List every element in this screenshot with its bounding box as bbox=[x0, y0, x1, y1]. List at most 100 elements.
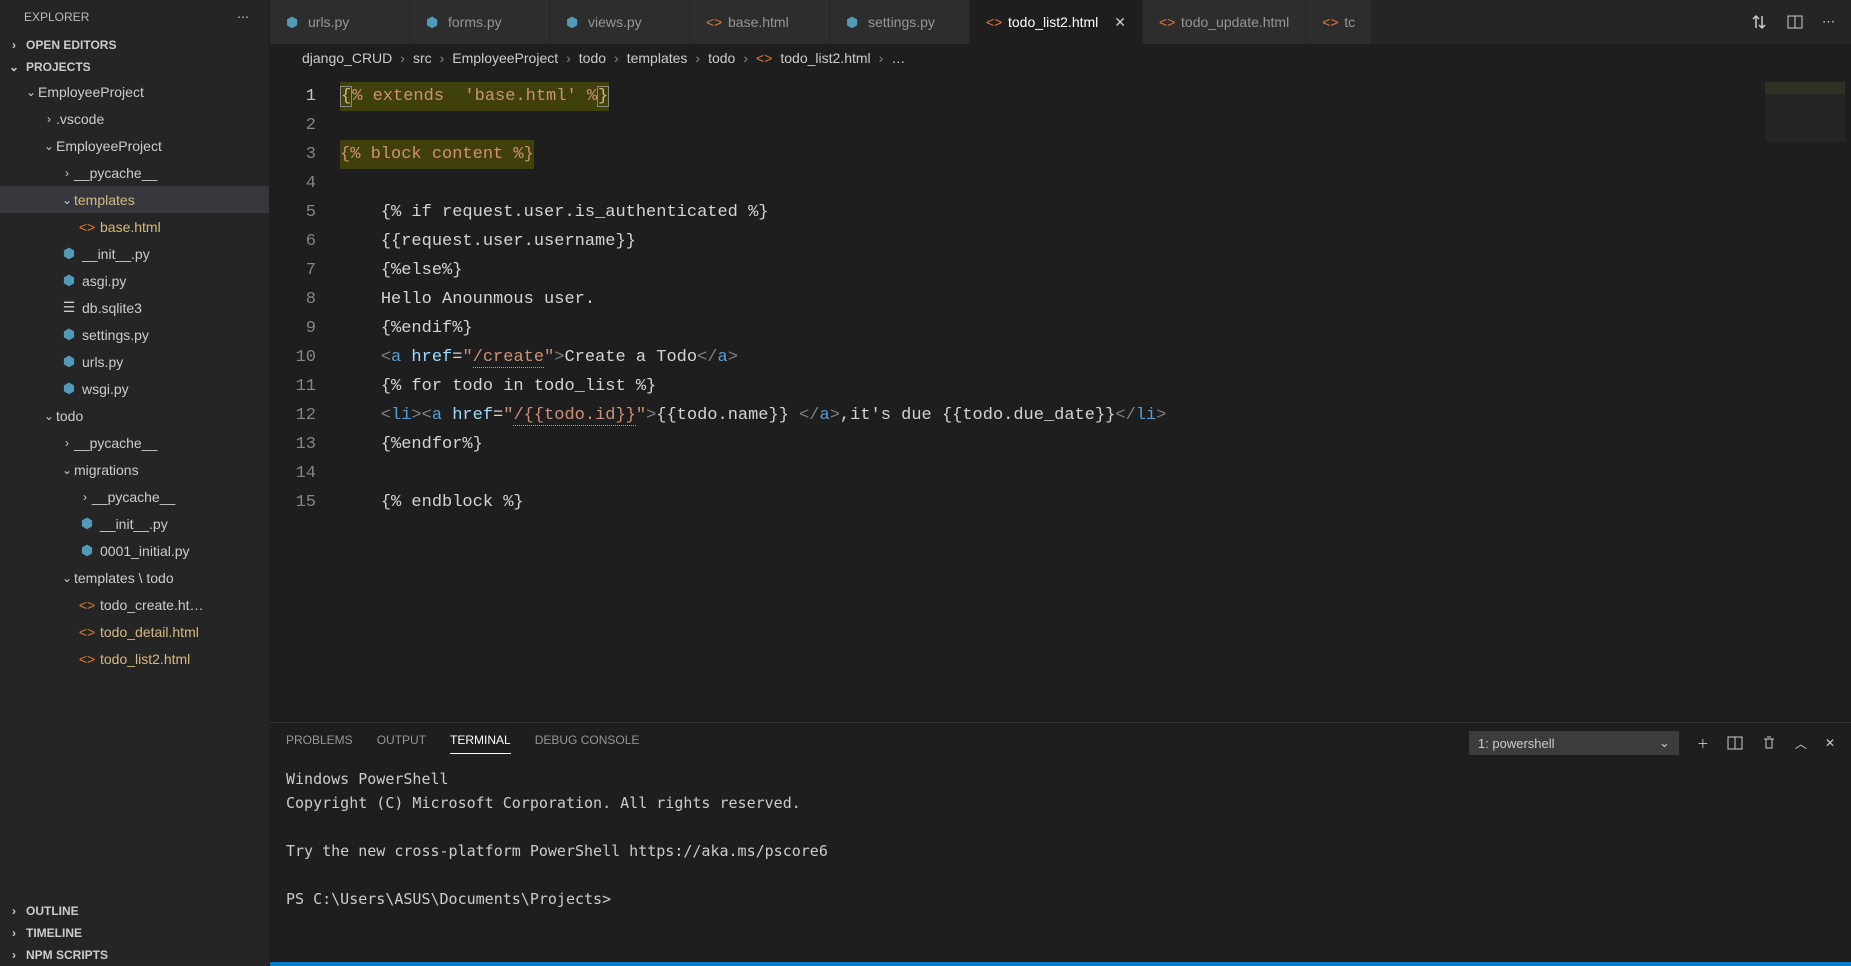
tab-label: settings.py bbox=[868, 14, 935, 30]
code-line-13[interactable]: {%endfor%} bbox=[340, 430, 1741, 459]
breadcrumb-item[interactable]: src bbox=[413, 50, 432, 66]
code-line-15[interactable]: {% endblock %} bbox=[340, 488, 1741, 517]
panel-tab-output[interactable]: OUTPUT bbox=[377, 733, 426, 753]
tree-item-label: todo_create.ht… bbox=[100, 597, 204, 613]
code-line-8[interactable]: Hello Anounmous user. bbox=[340, 285, 1741, 314]
code-line-4[interactable] bbox=[340, 169, 1741, 198]
compare-icon[interactable] bbox=[1750, 13, 1768, 31]
tree-item-migrations[interactable]: ⌄migrations bbox=[0, 456, 269, 483]
breadcrumb-item[interactable]: todo_list2.html bbox=[780, 50, 870, 66]
tree-item-db-sqlite3[interactable]: ☰db.sqlite3 bbox=[0, 294, 269, 321]
panel-tab-problems[interactable]: PROBLEMS bbox=[286, 733, 353, 753]
new-terminal-icon[interactable]: ＋ bbox=[1697, 735, 1709, 752]
breadcrumb-item[interactable]: django_CRUD bbox=[302, 50, 392, 66]
terminal-output[interactable]: Windows PowerShell Copyright (C) Microso… bbox=[270, 755, 1851, 962]
code-line-6[interactable]: {{request.user.username}} bbox=[340, 227, 1741, 256]
terminal-select[interactable]: 1: powershell ⌄ bbox=[1469, 731, 1679, 755]
tree-item-label: 0001_initial.py bbox=[100, 543, 190, 559]
code-line-1[interactable]: {% extends 'base.html' %} bbox=[340, 82, 1741, 111]
chevron-up-icon[interactable]: ︿ bbox=[1795, 735, 1807, 752]
close-icon[interactable]: ✕ bbox=[1825, 736, 1835, 750]
more-icon[interactable]: ⋯ bbox=[1822, 14, 1835, 30]
breadcrumb-separator: › bbox=[400, 50, 405, 66]
chevron-down-icon: ⌄ bbox=[6, 60, 22, 74]
tree-item-asgi-py[interactable]: ⬢asgi.py bbox=[0, 267, 269, 294]
tree-item-label: EmployeeProject bbox=[38, 84, 144, 100]
tab-label: forms.py bbox=[448, 14, 502, 30]
section-outline[interactable]: › OUTLINE bbox=[0, 900, 269, 922]
tree-item-0001_initial-py[interactable]: ⬢0001_initial.py bbox=[0, 537, 269, 564]
breadcrumb-item[interactable]: EmployeeProject bbox=[452, 50, 558, 66]
panel-tab-terminal[interactable]: TERMINAL bbox=[450, 733, 511, 754]
bottom-panel: PROBLEMS OUTPUT TERMINAL DEBUG CONSOLE 1… bbox=[270, 722, 1851, 962]
tree-item-label: base.html bbox=[100, 219, 161, 235]
code-line-3[interactable]: {% block content %} bbox=[340, 140, 1741, 169]
tab-views-py[interactable]: ⬢views.py bbox=[550, 0, 690, 44]
tree-item-__pycache__[interactable]: ›__pycache__ bbox=[0, 429, 269, 456]
tree-item-__pycache__[interactable]: ›__pycache__ bbox=[0, 483, 269, 510]
tree-item-label: urls.py bbox=[82, 354, 123, 370]
tab-forms-py[interactable]: ⬢forms.py bbox=[410, 0, 550, 44]
tree-item-todo_detail-html[interactable]: <>todo_detail.html bbox=[0, 618, 269, 645]
tree-item-label: __init__.py bbox=[100, 516, 168, 532]
section-timeline[interactable]: › TIMELINE bbox=[0, 922, 269, 944]
tree-item-__init__-py[interactable]: ⬢__init__.py bbox=[0, 240, 269, 267]
tree-item-todo[interactable]: ⌄todo bbox=[0, 402, 269, 429]
tree-item-todo_create-ht-[interactable]: <>todo_create.ht… bbox=[0, 591, 269, 618]
tree-item-todo_list2-html[interactable]: <>todo_list2.html bbox=[0, 645, 269, 672]
tree-item-base-html[interactable]: <>base.html bbox=[0, 213, 269, 240]
tree-item-EmployeeProject[interactable]: ⌄EmployeeProject bbox=[0, 78, 269, 105]
section-label: NPM SCRIPTS bbox=[26, 948, 108, 962]
tree-item-settings-py[interactable]: ⬢settings.py bbox=[0, 321, 269, 348]
breadcrumb-item[interactable]: … bbox=[891, 50, 905, 66]
code-area[interactable]: {% extends 'base.html' %} {% block conten… bbox=[340, 74, 1741, 722]
close-icon[interactable]: ✕ bbox=[1106, 14, 1126, 31]
panel-tab-debug[interactable]: DEBUG CONSOLE bbox=[535, 733, 640, 753]
code-line-10[interactable]: <a href="/create">Create a Todo</a> bbox=[340, 343, 1741, 372]
breadcrumb-item[interactable]: todo bbox=[708, 50, 735, 66]
tab-label: base.html bbox=[728, 14, 789, 30]
split-terminal-icon[interactable] bbox=[1727, 735, 1743, 751]
code-line-2[interactable] bbox=[340, 111, 1741, 140]
tree-item-label: todo bbox=[56, 408, 83, 424]
section-open-editors[interactable]: › OPEN EDITORS bbox=[0, 34, 269, 56]
py-file-icon: ⬢ bbox=[286, 14, 300, 31]
trash-icon[interactable] bbox=[1761, 735, 1777, 751]
editor[interactable]: 123456789101112131415 {% extends 'base.h… bbox=[270, 74, 1851, 722]
split-editor-icon[interactable] bbox=[1786, 13, 1804, 31]
section-projects[interactable]: ⌄ PROJECTS bbox=[0, 56, 269, 78]
tree-item-urls-py[interactable]: ⬢urls.py bbox=[0, 348, 269, 375]
tab-settings-py[interactable]: ⬢settings.py bbox=[830, 0, 970, 44]
tree-item--vscode[interactable]: ›.vscode bbox=[0, 105, 269, 132]
tab-todo_list2-html[interactable]: <>todo_list2.html✕ bbox=[970, 0, 1143, 44]
status-bar bbox=[270, 962, 1851, 966]
tree-item-label: todo_list2.html bbox=[100, 651, 190, 667]
tab-base-html[interactable]: <>base.html bbox=[690, 0, 830, 44]
code-line-12[interactable]: <li><a href="/{{todo.id}}">{{todo.name}}… bbox=[340, 401, 1741, 430]
code-line-5[interactable]: {% if request.user.is_authenticated %} bbox=[340, 198, 1741, 227]
breadcrumb[interactable]: django_CRUD›src›EmployeeProject›todo›tem… bbox=[270, 44, 1851, 74]
tree-item-templates[interactable]: ⌄templates bbox=[0, 186, 269, 213]
tree-item-wsgi-py[interactable]: ⬢wsgi.py bbox=[0, 375, 269, 402]
tree-item-__pycache__[interactable]: ›__pycache__ bbox=[0, 159, 269, 186]
code-line-11[interactable]: {% for todo in todo_list %} bbox=[340, 372, 1741, 401]
tree-item-templates---todo[interactable]: ⌄templates \ todo bbox=[0, 564, 269, 591]
chevron-right-icon: › bbox=[6, 948, 22, 962]
tab-todo_update-html[interactable]: <>todo_update.html bbox=[1143, 0, 1306, 44]
explorer-more-icon[interactable]: ⋯ bbox=[237, 10, 251, 24]
tree-item-label: templates \ todo bbox=[74, 570, 174, 586]
explorer-sidebar: EXPLORER ⋯ › OPEN EDITORS ⌄ PROJECTS ⌄Em… bbox=[0, 0, 270, 966]
code-line-9[interactable]: {%endif%} bbox=[340, 314, 1741, 343]
breadcrumb-item[interactable]: templates bbox=[627, 50, 688, 66]
tab-urls-py[interactable]: ⬢urls.py bbox=[270, 0, 410, 44]
tree-item-__init__-py[interactable]: ⬢__init__.py bbox=[0, 510, 269, 537]
code-line-7[interactable]: {%else%} bbox=[340, 256, 1741, 285]
tree-item-EmployeeProject[interactable]: ⌄EmployeeProject bbox=[0, 132, 269, 159]
breadcrumb-separator: › bbox=[695, 50, 700, 66]
tree-item-label: db.sqlite3 bbox=[82, 300, 142, 316]
minimap[interactable] bbox=[1741, 74, 1851, 722]
breadcrumb-item[interactable]: todo bbox=[579, 50, 606, 66]
tab-tc[interactable]: <>tc bbox=[1306, 0, 1372, 44]
section-npm-scripts[interactable]: › NPM SCRIPTS bbox=[0, 944, 269, 966]
code-line-14[interactable] bbox=[340, 459, 1741, 488]
